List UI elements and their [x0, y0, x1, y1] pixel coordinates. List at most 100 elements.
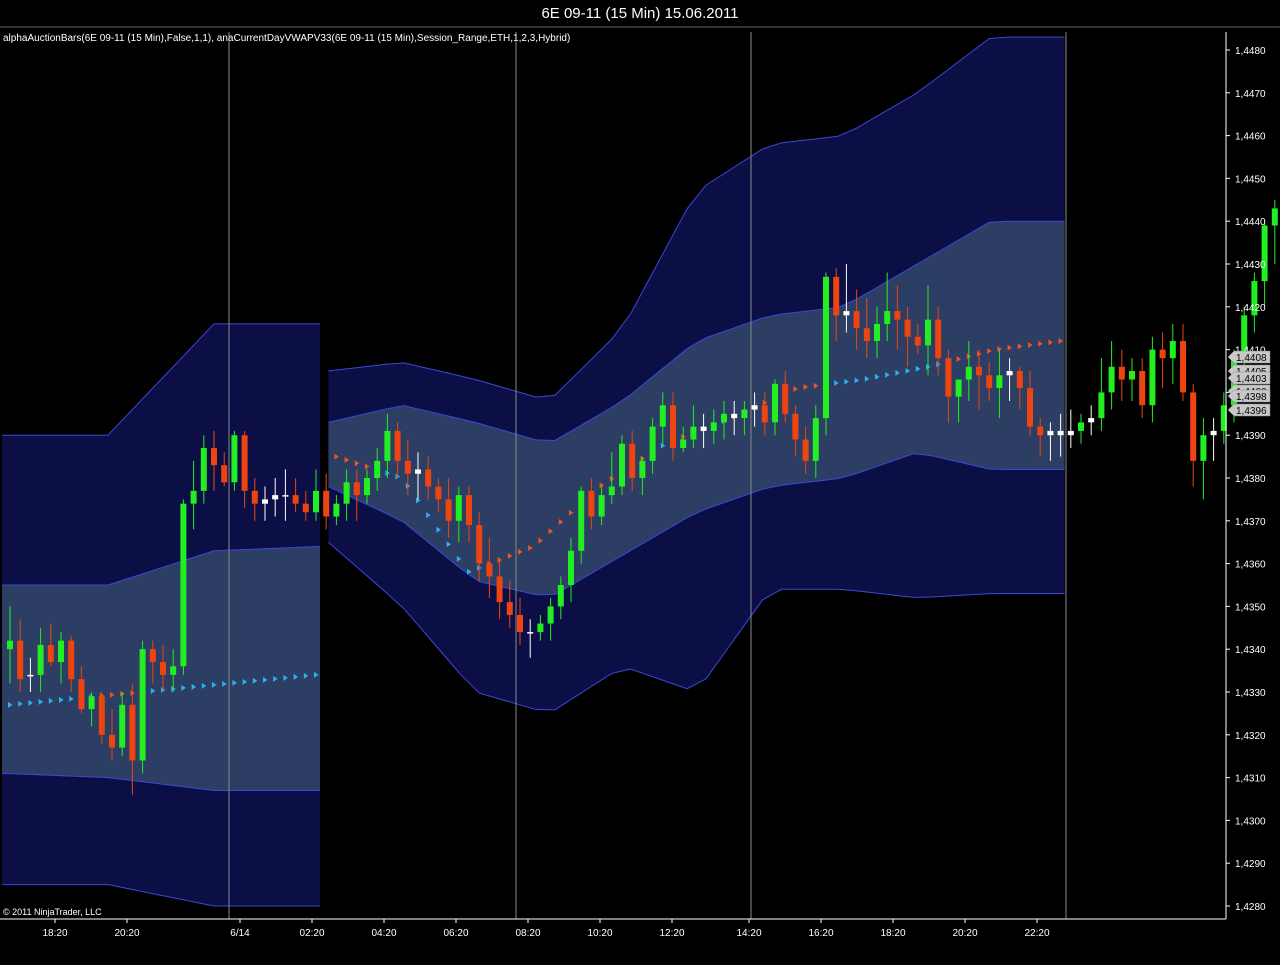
price-tick-label: 1,4380	[1235, 474, 1266, 485]
candle-body	[955, 379, 962, 397]
candle-body	[129, 704, 136, 761]
outer-lower-band	[2, 773, 320, 906]
candle-body	[496, 576, 503, 603]
candle-body	[1088, 418, 1095, 423]
candle-body	[843, 311, 850, 316]
candle-body	[833, 276, 840, 316]
candle-body	[272, 495, 279, 500]
candle-body	[1006, 371, 1013, 376]
candle-body	[455, 495, 462, 521]
candle-body	[792, 413, 799, 440]
candle-body	[1271, 208, 1278, 226]
candle-body	[374, 460, 381, 478]
candle-body	[1108, 366, 1115, 393]
candle-body	[231, 435, 238, 483]
time-tick-label: 10:20	[587, 928, 612, 939]
candle-body	[1129, 371, 1135, 380]
candle-body	[649, 426, 656, 461]
candle-body	[88, 696, 95, 710]
time-tick-label: 06:20	[443, 928, 468, 939]
candle-body	[109, 734, 115, 748]
candle-body	[404, 460, 411, 474]
candle-body	[721, 413, 727, 423]
candle-body	[904, 319, 911, 337]
candle-body	[945, 358, 952, 397]
candle-body	[68, 640, 75, 680]
candle-body	[761, 405, 768, 423]
candle-body	[445, 499, 452, 521]
candle-body	[1067, 430, 1074, 436]
candle-body	[690, 426, 697, 440]
candle-body	[435, 486, 442, 500]
candle-body	[680, 439, 687, 449]
candle-body	[1180, 341, 1186, 393]
price-tick-label: 1,4280	[1235, 902, 1266, 913]
candle-body	[986, 375, 993, 389]
candle-body	[139, 649, 146, 761]
time-tick-label: 20:20	[114, 928, 139, 939]
candle-body	[537, 623, 544, 633]
candle-body	[588, 490, 595, 517]
candle-body	[1159, 349, 1166, 359]
candle-body	[578, 490, 585, 551]
candle-body	[415, 469, 421, 474]
price-tick-label: 1,4390	[1235, 431, 1266, 442]
candle-body	[823, 276, 829, 419]
price-tick-label: 1,4420	[1235, 303, 1266, 314]
candle-body	[1098, 392, 1105, 419]
candle-body	[170, 666, 177, 675]
candle-body	[1169, 341, 1176, 359]
time-tick-label: 6/14	[230, 928, 250, 939]
candle-body	[629, 443, 636, 478]
candle-body	[914, 336, 921, 346]
price-tick-label: 1,4480	[1235, 46, 1266, 57]
time-tick-label: 14:20	[736, 928, 761, 939]
candle-body	[812, 418, 819, 461]
candle-body	[353, 482, 360, 496]
candle-body	[58, 640, 64, 663]
candle-body	[619, 443, 625, 487]
candle-body	[1027, 388, 1033, 427]
candle-body	[802, 439, 809, 461]
candle-body	[884, 311, 891, 324]
price-tick-label: 1,4320	[1235, 731, 1266, 742]
candle-body	[608, 486, 615, 496]
vwap-bands	[1, 36, 1065, 907]
candle-body	[1037, 426, 1044, 436]
candle-body	[180, 503, 187, 667]
candle-body	[292, 495, 299, 504]
candle-body	[333, 503, 340, 517]
price-tick-label: 1,4360	[1235, 560, 1266, 571]
price-tick-label: 1,4460	[1235, 132, 1266, 143]
price-axis-labels: 1,4480 1,4470 1,4460 1,4450 1,4440 1,4430 1,44…	[1226, 46, 1266, 913]
price-tick-label: 1,4350	[1235, 602, 1266, 613]
candle-body	[517, 614, 523, 633]
price-tick-label: 1,4370	[1235, 517, 1266, 528]
price-tick-label: 1,4470	[1235, 89, 1266, 100]
candle-body	[1057, 430, 1064, 436]
candle-body	[364, 478, 370, 496]
candle-body	[37, 644, 44, 675]
price-tick-label: 1,4430	[1235, 260, 1266, 271]
candle-body	[47, 644, 54, 663]
candle-body	[863, 328, 870, 342]
candle-body	[282, 495, 289, 497]
time-axis-labels: 18:20 20:20 6/14 02:20 04:20 06:20 08:20 10:20 1…	[42, 919, 1050, 939]
candle-body	[262, 499, 268, 504]
price-tags: 1,44081,44051,44031,44001,43981,4396	[1227, 350, 1271, 417]
candle-body	[996, 375, 1003, 389]
copyright-text: © 2011 NinjaTrader, LLC	[3, 907, 102, 917]
candle-body	[1016, 371, 1023, 389]
candle-body	[1210, 430, 1217, 436]
candle-body	[313, 490, 319, 513]
candle-body	[976, 366, 982, 376]
price-tick-label: 1,4310	[1235, 774, 1266, 785]
candle-body	[925, 319, 931, 346]
candle-body	[1047, 430, 1054, 436]
time-tick-label: 12:20	[659, 928, 684, 939]
candle-body	[639, 460, 646, 478]
candle-body	[1200, 435, 1207, 461]
candle-body	[874, 323, 880, 342]
price-chart[interactable]: 1,4480 1,4470 1,4460 1,4450 1,4440 1,4430 1,44…	[0, 0, 1280, 965]
candle-body	[200, 448, 207, 491]
